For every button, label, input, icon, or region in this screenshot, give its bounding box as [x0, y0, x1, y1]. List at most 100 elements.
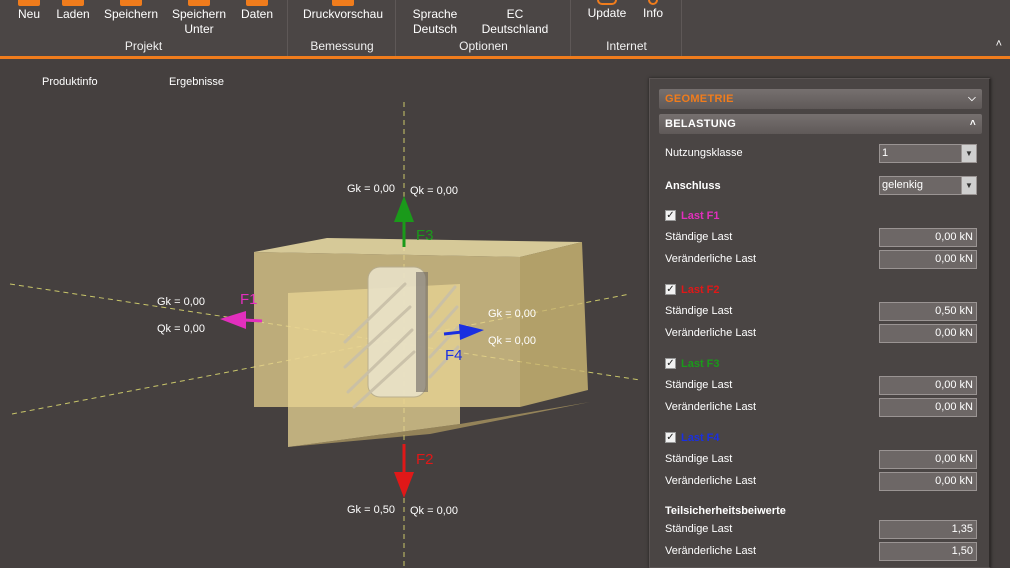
last-f3-veraenderlich-input[interactable]: 0,00 kN — [879, 398, 977, 417]
f2-arrow-head — [394, 472, 414, 498]
f1-name-label: F1 — [240, 291, 258, 308]
last-f4-staendig-label: Ständige Last — [665, 453, 733, 465]
laden-button[interactable]: Laden — [55, 0, 91, 21]
print-preview-icon — [332, 0, 354, 6]
daten-label: Daten — [240, 7, 274, 21]
dropdown-arrow-icon: ▼ — [961, 177, 976, 194]
sprache-label-2: Deutsch — [412, 22, 458, 36]
teilsicherheit-title: Teilsicherheitsbeiwerte — [665, 505, 786, 517]
f1-arrow-shaft — [243, 318, 263, 323]
f4-gk-label: Gk = 0,00 — [488, 308, 537, 320]
section-belastung-header[interactable]: BELASTUNG ˄ — [659, 114, 982, 134]
properties-panel: GEOMETRIE ⌵ BELASTUNG ˄ Nutzungsklasse 1… — [649, 78, 991, 568]
speichern-unter-label-1: Speichern — [171, 7, 227, 21]
anschluss-select[interactable]: gelenkig ▼ — [879, 176, 977, 195]
last-f3-title: Last F3 — [681, 358, 720, 370]
f2-name-label: F2 — [416, 451, 434, 468]
last-f4-title: Last F4 — [681, 432, 720, 444]
open-folder-icon — [62, 0, 84, 6]
last-f2-staendig-input[interactable]: 0,50 kN — [879, 302, 977, 321]
teilsicherheit-staendig-input[interactable]: 1,35 — [879, 520, 977, 539]
f1-gk-label: Gk = 0,00 — [157, 296, 206, 308]
ec-label-1: EC — [506, 7, 524, 21]
teilsicherheit-veraenderlich-label: Veränderliche Last — [665, 545, 757, 557]
last-f1-staendig-input[interactable]: 0,00 kN — [879, 228, 977, 247]
save-icon — [120, 0, 142, 6]
section-belastung-title: BELASTUNG — [665, 118, 737, 130]
3d-model-drawing — [9, 102, 641, 568]
last-f2-veraenderlich-label: Veränderliche Last — [665, 327, 757, 339]
chevron-down-icon: ⌵ — [968, 93, 976, 104]
f4-name-label: F4 — [445, 347, 463, 364]
speichern-label: Speichern — [103, 7, 159, 21]
last-f1-checkbox[interactable]: ✓ — [665, 210, 676, 221]
ribbon: Neu Laden Speichern Speichern Unter Date… — [0, 0, 1010, 59]
sprache-button[interactable]: Sprache Deutsch — [411, 0, 459, 36]
update-label: Update — [587, 6, 627, 20]
speichern-button[interactable]: Speichern — [103, 0, 159, 21]
f3-arrow-head — [394, 196, 414, 222]
f3-qk-label: Qk = 0,00 — [410, 185, 459, 197]
last-f4-checkbox[interactable]: ✓ — [665, 432, 676, 443]
f2-gk-label: Gk = 0,50 — [347, 504, 396, 516]
connector-plate-edge — [416, 272, 428, 392]
chevron-up-icon: ˄ — [969, 118, 976, 129]
last-f1-veraenderlich-label: Veränderliche Last — [665, 253, 757, 265]
language-icon — [424, 0, 446, 6]
ec-deutschland-button[interactable]: EC Deutschland — [479, 0, 551, 36]
speichern-unter-label-2: Unter — [184, 22, 214, 36]
laden-label: Laden — [56, 7, 90, 21]
save-as-icon — [188, 0, 210, 6]
daten-button[interactable]: Daten — [239, 0, 275, 21]
teilsicherheit-veraenderlich-input[interactable]: 1,50 — [879, 542, 977, 561]
data-icon — [246, 0, 268, 6]
last-f1-title: Last F1 — [681, 210, 720, 222]
update-icon — [597, 0, 617, 5]
nutzungsklasse-label: Nutzungsklasse — [665, 147, 743, 159]
last-f4-staendig-input[interactable]: 0,00 kN — [879, 450, 977, 469]
group-label-projekt: Projekt — [124, 39, 163, 53]
last-f2-title: Last F2 — [681, 284, 720, 296]
last-f3-checkbox[interactable]: ✓ — [665, 358, 676, 369]
last-f2-veraenderlich-input[interactable]: 0,00 kN — [879, 324, 977, 343]
neu-label: Neu — [17, 7, 40, 21]
last-f2-staendig-label: Ständige Last — [665, 305, 733, 317]
section-geometrie-title: GEOMETRIE — [665, 93, 734, 105]
last-f3-staendig-input[interactable]: 0,00 kN — [879, 376, 977, 395]
main-beam-side — [520, 242, 588, 407]
last-f3-staendig-label: Ständige Last — [665, 379, 733, 391]
ribbon-group-internet: Update Info Internet — [572, 0, 682, 56]
f4-qk-label: Qk = 0,00 — [488, 335, 537, 347]
ec-label-2: Deutschland — [481, 22, 549, 36]
dropdown-arrow-icon: ▼ — [961, 145, 976, 162]
f1-qk-label: Qk = 0,00 — [157, 323, 206, 335]
f3-gk-label: Gk = 0,00 — [347, 183, 396, 195]
druckvorschau-button[interactable]: Druckvorschau — [301, 0, 385, 21]
druckvorschau-label: Druckvorschau — [302, 7, 384, 21]
f4-arrow-shaft — [443, 330, 463, 336]
last-f4-veraenderlich-label: Veränderliche Last — [665, 475, 757, 487]
ribbon-group-bemessung: Druckvorschau Bemessung — [289, 0, 396, 56]
eurocode-icon — [504, 0, 526, 6]
sprache-label-1: Sprache — [412, 7, 458, 21]
f1-arrow-head — [220, 311, 246, 329]
speichern-unter-button[interactable]: Speichern Unter — [170, 0, 228, 36]
f2-qk-label: Qk = 0,00 — [410, 505, 459, 517]
last-f1-staendig-label: Ständige Last — [665, 231, 733, 243]
last-f4-veraenderlich-input[interactable]: 0,00 kN — [879, 472, 977, 491]
last-f2-checkbox[interactable]: ✓ — [665, 284, 676, 295]
anschluss-label: Anschluss — [665, 180, 721, 192]
nutzungsklasse-select[interactable]: 1 ▼ — [879, 144, 977, 163]
last-f1-veraenderlich-input[interactable]: 0,00 kN — [879, 250, 977, 269]
neu-button[interactable]: Neu — [15, 0, 43, 21]
group-label-internet: Internet — [606, 39, 647, 53]
section-geometrie-header[interactable]: GEOMETRIE ⌵ — [659, 89, 982, 109]
ribbon-group-optionen: Sprache Deutsch EC Deutschland Optionen — [397, 0, 571, 56]
ribbon-collapse-button[interactable]: ˄ — [996, 38, 1002, 50]
teilsicherheit-staendig-label: Ständige Last — [665, 523, 733, 535]
group-label-optionen: Optionen — [459, 39, 508, 53]
update-button[interactable]: Update — [586, 0, 628, 20]
new-file-icon — [18, 0, 40, 6]
3d-viewport[interactable]: Gk = 0,00 Qk = 0,00 F3 Gk = 0,00 Qk = 0,… — [0, 62, 645, 568]
info-button[interactable]: Info — [640, 0, 666, 20]
